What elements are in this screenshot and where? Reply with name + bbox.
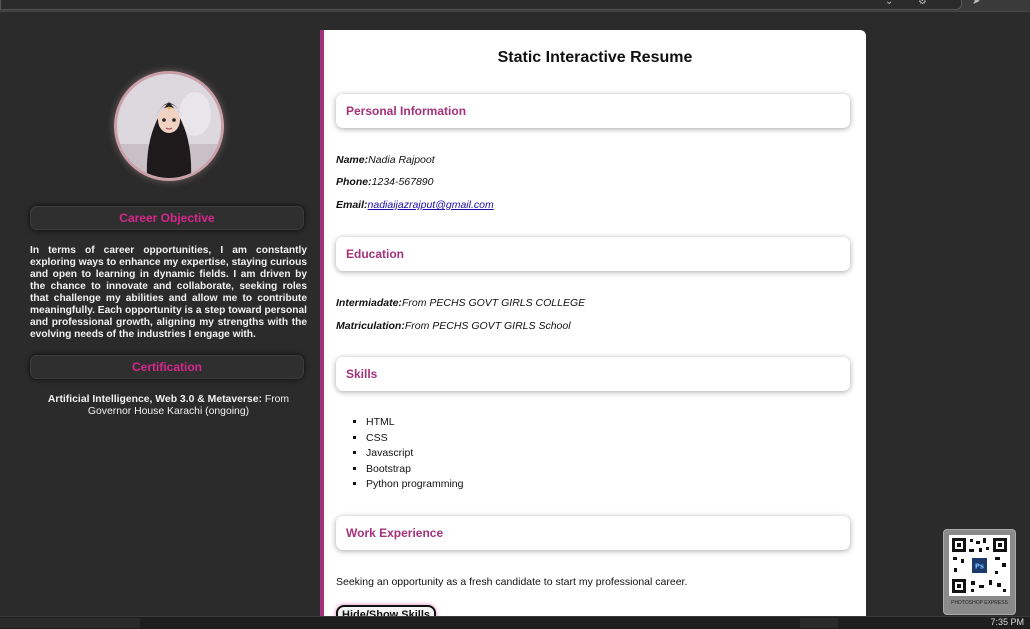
email-link[interactable]: nadiaijazrajput@gmail.com [368,199,494,211]
phone-label: Phone: [336,176,372,188]
sidebar: Career Objective In terms of career oppo… [0,11,320,616]
taskbar: 7:35 PM [0,616,1030,629]
education-heading[interactable]: Education [336,237,850,271]
intermediate-value: From PECHS GOVT GIRLS COLLEGE [401,297,586,309]
intermediate-label: Intermiadate: [336,297,402,309]
name-value: Nadia Rajpoot [368,154,435,166]
list-item: Javascript [366,446,463,462]
close-icon[interactable]: ➤ [972,0,980,7]
skills-list: HTML CSS Javascript Bootstrap Python pro… [350,415,463,493]
taskbar-item[interactable] [0,618,140,628]
widget-caption: PHOTOSHOP EXPRESS [951,600,1008,606]
list-item: HTML [366,415,463,431]
certification-heading: Certification [30,355,304,379]
career-objective-text: In terms of career opportunities, I am c… [30,245,307,340]
email-line: Email:nadiaijazrajput@gmail.com [336,199,494,211]
career-objective-heading: Career Objective [30,206,304,230]
matriculation-value: From PECHS GOVT GIRLS School [404,320,571,332]
taskbar-item[interactable] [800,618,838,628]
profile-avatar [114,71,224,181]
certification-text: Artificial Intelligence, Web 3.0 & Metav… [30,394,307,418]
work-experience-heading[interactable]: Work Experience [336,516,850,550]
skills-heading[interactable]: Skills [336,357,850,391]
photoshop-icon: Ps [975,563,984,571]
work-experience-text: Seeking an opportunity as a fresh candid… [336,576,688,588]
intermediate-line: Intermiadate:From PECHS GOVT GIRLS COLLE… [336,297,585,309]
personal-info-heading[interactable]: Personal Information [336,94,850,128]
qr-code-icon: Ps [949,535,1010,596]
address-strip [0,0,962,10]
clock: 7:35 PM [990,617,1024,627]
list-item: Bootstrap [366,462,463,478]
matriculation-line: Matriculation:From PECHS GOVT GIRLS Scho… [336,320,571,332]
qr-widget[interactable]: Ps PHOTOSHOP EXPRESS [943,529,1016,615]
phone-line: Phone:1234-567890 [336,176,434,188]
matriculation-label: Matriculation: [336,320,405,332]
phone-value: 1234-567890 [371,176,434,188]
list-item: Python programming [366,477,463,493]
minimize-icon[interactable]: ⌄ [885,0,893,7]
list-item: CSS [366,431,463,447]
settings-icon[interactable]: ⚙ [918,0,927,7]
avatar-illustration [117,74,221,178]
email-label: Email: [336,199,368,211]
resume-panel: Static Interactive Resume Personal Infor… [320,30,866,620]
name-line: Name:Nadia Rajpoot [336,154,435,166]
page-title: Static Interactive Resume [497,49,693,66]
name-label: Name: [336,154,369,166]
certification-title: Artificial Intelligence, Web 3.0 & Metav… [47,394,262,405]
